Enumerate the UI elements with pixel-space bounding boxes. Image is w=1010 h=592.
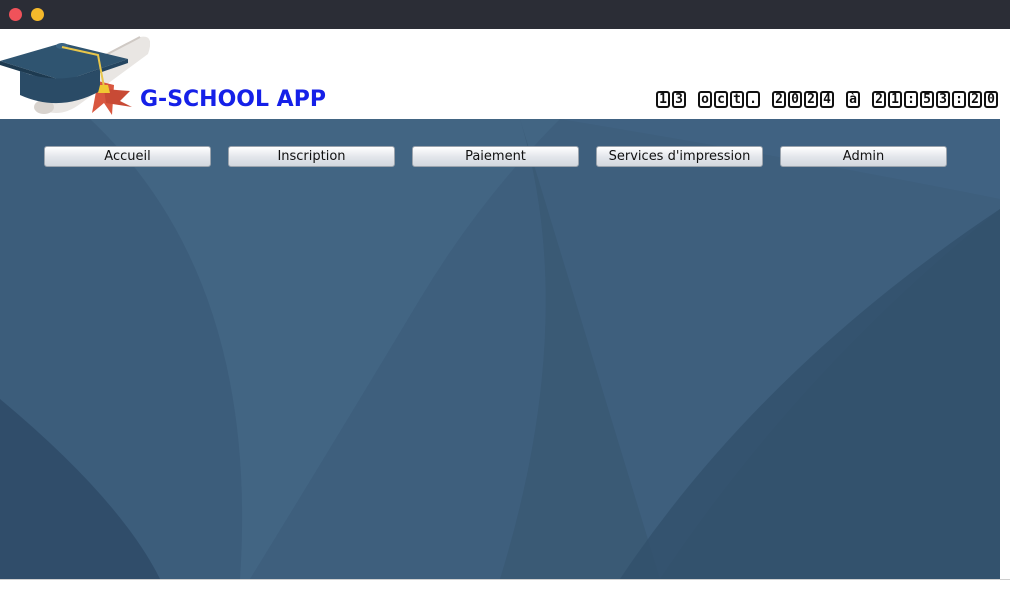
datetime-char: .	[746, 91, 760, 108]
datetime-char: 4	[820, 91, 834, 108]
minimize-dot-icon[interactable]	[31, 8, 44, 21]
datetime-char: 5	[920, 91, 934, 108]
main-panel: Accueil Inscription Paiement Services d'…	[0, 119, 1000, 579]
close-dot-icon[interactable]	[9, 8, 22, 21]
admin-button[interactable]: Admin	[780, 146, 947, 167]
window-titlebar	[0, 0, 1010, 29]
datetime-char: 3	[672, 91, 686, 108]
datetime-char: :	[952, 91, 966, 108]
datetime-char: à	[846, 91, 860, 108]
datetime-char: 2	[804, 91, 818, 108]
datetime-char: 0	[984, 91, 998, 108]
graduation-cap-diploma-icon	[0, 36, 150, 115]
datetime-char: 1	[888, 91, 902, 108]
window-right-edge	[1000, 119, 1010, 579]
datetime-display: 13oct.2024à21:53:20	[656, 91, 998, 108]
datetime-char: 0	[788, 91, 802, 108]
services-impression-button[interactable]: Services d'impression	[596, 146, 763, 167]
inscription-button[interactable]: Inscription	[228, 146, 395, 167]
datetime-char: 3	[936, 91, 950, 108]
main-nav: Accueil Inscription Paiement Services d'…	[44, 146, 947, 167]
paiement-button[interactable]: Paiement	[412, 146, 579, 167]
background-swoosh-art	[0, 119, 1000, 579]
datetime-char: o	[698, 91, 712, 108]
datetime-char: c	[714, 91, 728, 108]
datetime-char: 2	[872, 91, 886, 108]
window-bottom-edge	[0, 579, 1010, 592]
app-title: G-SCHOOL APP	[140, 87, 326, 112]
app-header: G-SCHOOL APP 13oct.2024à21:53:20	[0, 29, 1010, 119]
datetime-char: 2	[772, 91, 786, 108]
accueil-button[interactable]: Accueil	[44, 146, 211, 167]
datetime-char: :	[904, 91, 918, 108]
datetime-char: t	[730, 91, 744, 108]
datetime-char: 1	[656, 91, 670, 108]
datetime-char: 2	[968, 91, 982, 108]
